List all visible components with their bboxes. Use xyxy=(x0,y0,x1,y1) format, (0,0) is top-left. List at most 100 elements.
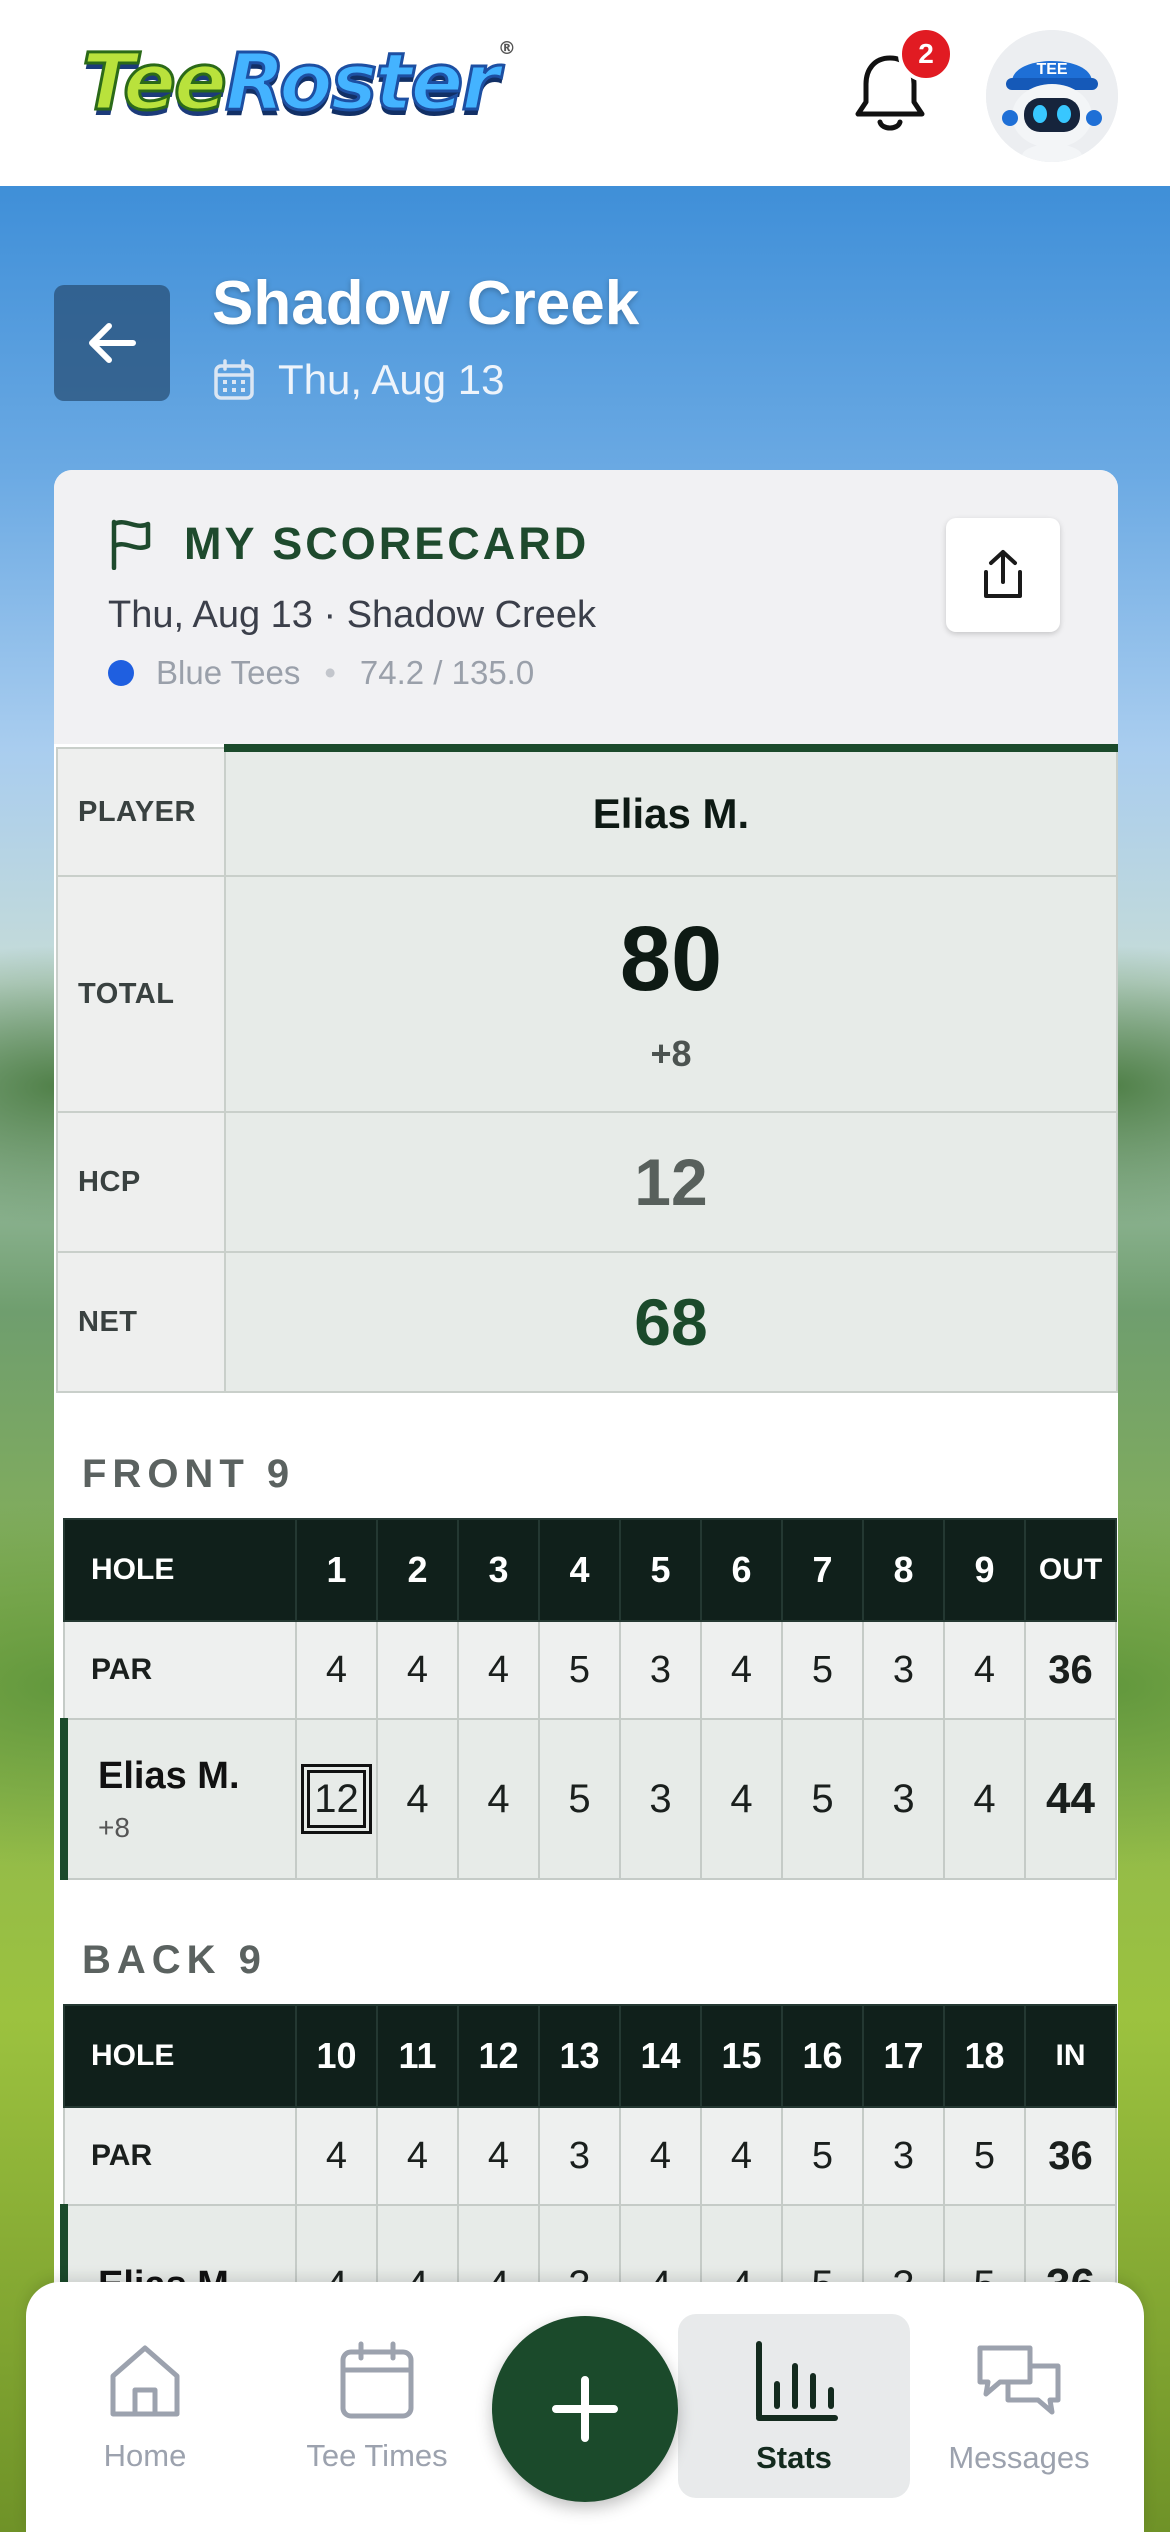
course-title: Shadow Creek xyxy=(212,269,640,338)
scorecard-subtitle: Thu, Aug 13 · Shadow Creek xyxy=(108,594,596,636)
nav-home[interactable]: Home xyxy=(40,2340,250,2474)
add-round-button[interactable] xyxy=(492,2316,678,2502)
back-par-row: PAR 4 4 4 3 4 4 5 3 5 36 xyxy=(63,2106,1117,2206)
score-cell[interactable]: 5 xyxy=(538,1718,621,1880)
back-hole-row: HOLE 10 11 12 13 14 15 16 17 18 IN xyxy=(63,2004,1117,2108)
total-score: 80 xyxy=(619,908,723,1010)
avatar-cap-text: TEE xyxy=(1036,61,1067,78)
score-summary-table: PLAYER Elias M. TOTAL 80 +8 HCP 12 NET 6… xyxy=(56,744,1118,1393)
hole-number: 6 xyxy=(700,1518,783,1622)
scorecard-title: MY SCORECARD xyxy=(108,518,589,570)
score-cell[interactable]: 4 xyxy=(700,1718,783,1880)
hole-number: 10 xyxy=(295,2004,378,2108)
score-cell[interactable]: 3 xyxy=(862,1718,945,1880)
user-avatar[interactable]: TEE xyxy=(986,30,1118,162)
in-label: IN xyxy=(1024,2004,1117,2108)
score-cell[interactable]: 4 xyxy=(457,1718,540,1880)
share-icon xyxy=(984,550,1022,598)
front-nine-heading: FRONT 9 xyxy=(82,1452,296,1496)
score-cell[interactable]: 3 xyxy=(619,1718,702,1880)
scorecard-card: MY SCORECARD Thu, Aug 13 · Shadow Creek … xyxy=(54,470,1118,2532)
front-nine-table: HOLE 1 2 3 4 5 6 7 8 9 OUT PAR 4 4 4 5 3… xyxy=(60,1518,1117,1880)
hole-number: 4 xyxy=(538,1518,621,1622)
player-cell: Elias M. +8 xyxy=(60,1718,297,1880)
nav-stats[interactable]: Stats xyxy=(689,2340,899,2476)
share-button[interactable] xyxy=(946,518,1060,632)
hcp-value: 12 xyxy=(634,1145,708,1219)
double-bogey-box: 12 xyxy=(301,1764,372,1834)
home-icon xyxy=(110,2345,180,2417)
hcp-cell: 12 xyxy=(224,1111,1118,1253)
hcp-label: HCP xyxy=(56,1111,226,1253)
hole-number: 5 xyxy=(619,1518,702,1622)
course-date: Thu, Aug 13 xyxy=(212,356,505,404)
hole-number: 14 xyxy=(619,2004,702,2108)
hole-number: 16 xyxy=(781,2004,864,2108)
flag-icon xyxy=(111,519,151,570)
par-label: PAR xyxy=(63,1620,297,1720)
par-out-total: 36 xyxy=(1024,1620,1117,1720)
par-value: 3 xyxy=(862,2106,945,2206)
net-cell: 68 xyxy=(224,1251,1118,1393)
total-diff: +8 xyxy=(650,1033,692,1074)
nav-messages[interactable]: Messages xyxy=(914,2340,1124,2476)
front-hole-row: HOLE 1 2 3 4 5 6 7 8 9 OUT xyxy=(63,1518,1117,1622)
back-nine-heading: BACK 9 xyxy=(82,1938,267,1982)
nav-tee-times[interactable]: Tee Times xyxy=(272,2340,482,2474)
calendar-icon xyxy=(214,359,254,400)
back-button[interactable] xyxy=(54,285,170,401)
net-value: 68 xyxy=(634,1285,708,1359)
hole-number: 17 xyxy=(862,2004,945,2108)
par-value: 4 xyxy=(619,2106,702,2206)
par-value: 3 xyxy=(538,2106,621,2206)
par-value: 5 xyxy=(943,2106,1026,2206)
score-cell[interactable]: 5 xyxy=(781,1718,864,1880)
par-value: 4 xyxy=(700,1620,783,1720)
hole-number: 18 xyxy=(943,2004,1026,2108)
bottom-navigation: Home Tee Times Stats Messages xyxy=(26,2282,1144,2532)
hole-number: 12 xyxy=(457,2004,540,2108)
plus-icon xyxy=(552,2376,618,2442)
player-name: Elias M. xyxy=(98,1754,240,1797)
score-cell[interactable]: 4 xyxy=(376,1718,459,1880)
par-label: PAR xyxy=(63,2106,297,2206)
tee-color-dot xyxy=(108,660,134,686)
par-in-total: 36 xyxy=(1024,2106,1117,2206)
player-label: PLAYER xyxy=(56,747,226,877)
par-value: 4 xyxy=(295,1620,378,1720)
score-cell[interactable]: 12 xyxy=(295,1718,378,1880)
course-rating: 74.2 / 135.0 xyxy=(359,654,535,691)
calendar-icon xyxy=(340,2341,414,2419)
front-par-row: PAR 4 4 4 5 3 4 5 3 4 36 xyxy=(63,1620,1117,1720)
par-value: 4 xyxy=(457,2106,540,2206)
par-value: 5 xyxy=(781,2106,864,2206)
score-out-total: 44 xyxy=(1024,1718,1117,1880)
score-cell[interactable]: 4 xyxy=(943,1718,1026,1880)
par-value: 4 xyxy=(295,2106,378,2206)
out-label: OUT xyxy=(1024,1518,1117,1622)
par-value: 4 xyxy=(376,2106,459,2206)
tee-info: Blue Tees • 74.2 / 135.0 xyxy=(108,654,534,692)
front-player-row: Elias M. +8 12 4 4 5 3 4 5 3 4 44 xyxy=(60,1718,1117,1880)
arrow-left-icon xyxy=(89,323,136,363)
par-value: 5 xyxy=(781,1620,864,1720)
par-value: 5 xyxy=(538,1620,621,1720)
teeroster-logo[interactable]: TeeRoster® xyxy=(81,37,516,130)
hole-number: 1 xyxy=(295,1518,378,1622)
total-label: TOTAL xyxy=(56,875,226,1113)
hole-number: 3 xyxy=(457,1518,540,1622)
hole-number: 9 xyxy=(943,1518,1026,1622)
tee-separator: • xyxy=(324,654,336,691)
bar-chart-icon xyxy=(756,2341,838,2421)
hole-label: HOLE xyxy=(63,1518,297,1622)
scorecard-header: MY SCORECARD Thu, Aug 13 · Shadow Creek … xyxy=(54,470,1118,744)
course-date-text: Thu, Aug 13 xyxy=(278,356,505,403)
par-value: 3 xyxy=(862,1620,945,1720)
player-name: Elias M. xyxy=(224,744,1118,877)
hole-number: 11 xyxy=(376,2004,459,2108)
total-cell: 80 +8 xyxy=(224,875,1118,1113)
tee-name: Blue Tees xyxy=(156,654,301,691)
player-diff: +8 xyxy=(98,1811,130,1843)
par-value: 4 xyxy=(700,2106,783,2206)
notification-count-badge: 2 xyxy=(898,26,954,82)
